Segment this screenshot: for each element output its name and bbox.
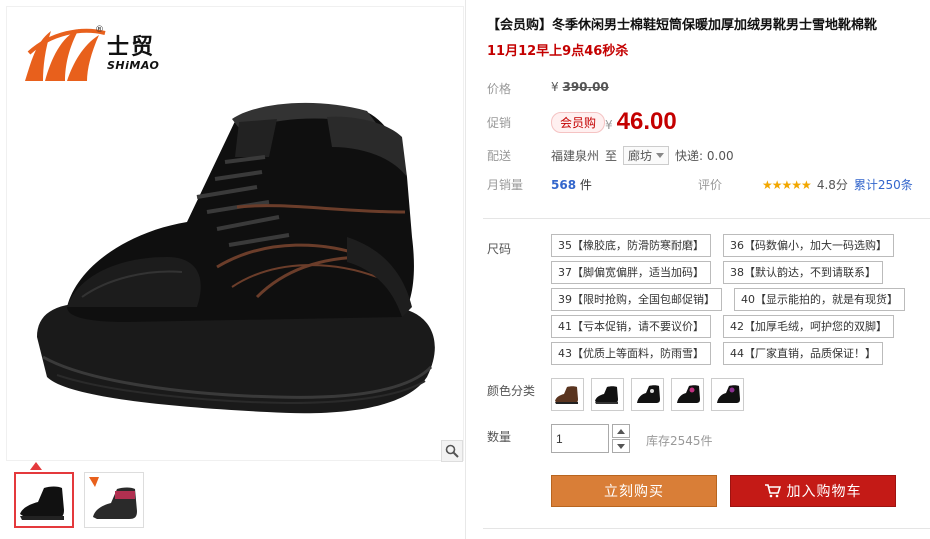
monthly-sales: 568 件: [551, 176, 592, 193]
size-option[interactable]: 44【厂家直销，品质保证！】: [723, 342, 883, 365]
destination-select[interactable]: 廊坊: [623, 146, 670, 165]
size-label: 尺码: [487, 242, 512, 256]
color-swatch-black: [595, 386, 618, 404]
buy-now-button[interactable]: 立刻购买: [551, 475, 717, 507]
rating-label: 评价: [698, 178, 723, 192]
ship-to-word: 至: [605, 149, 618, 163]
sales-unit: 件: [579, 178, 592, 192]
rating-score: 4.8分: [816, 178, 848, 192]
thumb-boot-icon: [89, 477, 137, 519]
orig-price: ¥ 390.00: [551, 80, 609, 94]
main-product-image[interactable]: ® 士贸 SHiMAO: [6, 6, 464, 461]
color-options: [551, 378, 744, 411]
size-options: 35【橡胶底，防滑防寒耐磨】 36【码数偏小，加大一码选购】 37【脚偏宽偏胖，…: [551, 234, 930, 365]
quantity-label: 数量: [487, 430, 512, 444]
shipping-label: 配送: [487, 149, 512, 163]
color-option-brown[interactable]: [551, 378, 584, 411]
product-detail: 【会员购】冬季休闲男士棉鞋短筒保暖加厚加绒男靴男士雪地靴棉靴 11月12早上9点…: [483, 0, 930, 539]
color-option-black-purple[interactable]: [711, 378, 744, 411]
currency-symbol: ¥: [605, 118, 613, 132]
size-option[interactable]: 41【亏本促销，请不要议价】: [551, 315, 711, 338]
orig-price-label: 价格: [487, 82, 512, 96]
ship-from: 福建泉州: [551, 149, 600, 163]
divider: [483, 218, 930, 219]
quantity-increase-button[interactable]: [612, 424, 630, 438]
promo-price-label: 促销: [487, 116, 512, 130]
size-option[interactable]: 40【显示能拍的，就是有现货】: [734, 288, 905, 311]
zoom-button[interactable]: [441, 440, 463, 462]
quantity-decrease-button[interactable]: [612, 439, 630, 453]
review-count-link[interactable]: 累计250条: [854, 176, 913, 193]
stock-info: 库存2545件: [646, 434, 713, 448]
price-panel: 价格 ¥ 390.00 促销 会员购 ¥46.00 配送 福建泉州 至 廊坊 快…: [483, 68, 930, 198]
shipping-info: 福建泉州 至 廊坊 快递: 0.00: [551, 146, 734, 165]
add-to-cart-button[interactable]: 加入购物车: [730, 475, 896, 507]
color-swatch-brown: [555, 386, 578, 404]
size-option[interactable]: 39【限时抢购，全国包邮促销】: [551, 288, 722, 311]
thumb-selected-indicator: [30, 462, 42, 470]
color-swatch-black-purple: [717, 385, 740, 403]
product-gallery: ® 士贸 SHiMAO: [0, 0, 466, 539]
color-label: 颜色分类: [487, 384, 536, 398]
magnifier-icon: [445, 444, 459, 458]
divider: [483, 528, 930, 529]
current-price: ¥46.00: [605, 108, 677, 136]
size-option[interactable]: 43【优质上等面料，防雨雪】: [551, 342, 711, 365]
add-to-cart-label: 加入购物车: [786, 484, 862, 500]
express-fee: 快递: 0.00: [675, 149, 734, 163]
thumbnail-1[interactable]: [14, 472, 74, 528]
thumb-boot-icon: [20, 486, 64, 520]
color-option-black-white[interactable]: [631, 378, 664, 411]
buy-now-label: 立刻购买: [604, 484, 664, 500]
boot-image: [37, 102, 435, 414]
color-option-black[interactable]: [591, 378, 624, 411]
color-option-black-pink[interactable]: [671, 378, 704, 411]
size-option[interactable]: 42【加厚毛绒，呵护您的双脚】: [723, 315, 894, 338]
orig-price-value: 390.00: [562, 80, 609, 94]
size-option[interactable]: 38【默认韵达，不到请联系】: [723, 261, 883, 284]
orig-currency: ¥: [551, 80, 559, 94]
chevron-up-icon: [617, 428, 625, 434]
color-swatch-black-pink: [677, 385, 700, 403]
product-title: 【会员购】冬季休闲男士棉鞋短筒保暖加厚加绒男靴男士雪地靴棉靴: [487, 18, 878, 33]
thumbnail-list: [14, 472, 144, 528]
quantity-input[interactable]: [551, 424, 609, 453]
thumbnail-2[interactable]: [84, 472, 144, 528]
rating-stars: ★★★★★: [762, 177, 812, 192]
rating-info: 评价 ★★★★★ 4.8分 累计250条: [698, 176, 913, 193]
chevron-down-icon: [617, 443, 625, 449]
current-price-value: 46.00: [616, 108, 677, 135]
cart-icon: [764, 484, 781, 498]
color-swatch-black-white: [637, 385, 660, 403]
sales-label: 月销量: [487, 178, 524, 192]
destination-value: 廊坊: [628, 149, 653, 163]
member-badge: 会员购: [551, 112, 606, 133]
chevron-down-icon: [656, 152, 665, 158]
size-option[interactable]: 36【码数偏小，加大一码选购】: [723, 234, 894, 257]
promo-text: 11月12早上9点46秒杀: [487, 44, 629, 59]
size-option[interactable]: 35【橡胶底，防滑防寒耐磨】: [551, 234, 711, 257]
size-option[interactable]: 37【脚偏宽偏胖，适当加码】: [551, 261, 711, 284]
sales-count: 568: [551, 178, 577, 192]
